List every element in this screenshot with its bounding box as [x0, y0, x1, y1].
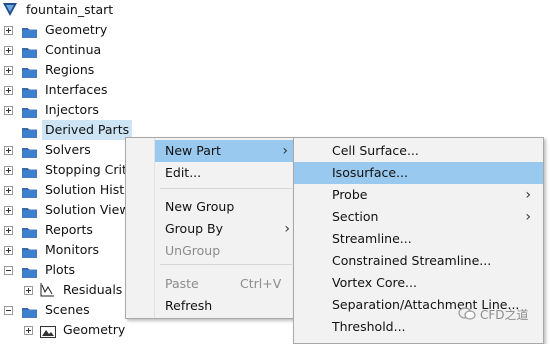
tree-node-label: Scenes [45, 302, 90, 317]
menu-item-label: Cell Surface... [332, 143, 419, 158]
folder-icon [22, 104, 37, 118]
expand-icon[interactable] [4, 46, 13, 55]
folder-icon [22, 84, 37, 98]
submenu-item[interactable]: Constrained Streamline... [294, 250, 543, 272]
menu-item-label: Threshold... [332, 319, 406, 334]
tree-node-label: Interfaces [45, 82, 108, 97]
menu-item-label: Streamline... [332, 231, 412, 246]
expand-icon[interactable] [4, 26, 13, 35]
tree-node-label: Geometry [63, 322, 126, 337]
watermark-text: CFD之道 [480, 308, 529, 322]
scene-image-icon [40, 324, 56, 338]
tree-node-label: Solution View [45, 202, 130, 217]
collapse-icon[interactable] [4, 266, 13, 275]
expand-icon[interactable] [4, 246, 13, 255]
menu-item-label: UnGroup [165, 243, 221, 258]
tree-node-label: Derived Parts [42, 120, 133, 140]
wechat-icon [458, 307, 476, 320]
folder-icon [22, 164, 37, 178]
menu-item-label: Group By [165, 221, 224, 236]
context-menu-item: UnGroup [126, 240, 296, 262]
context-menu-item[interactable]: Group By › [126, 218, 296, 240]
tree-node-label: Regions [45, 62, 95, 77]
menu-item-label: Vortex Core... [332, 275, 417, 290]
tree-node-label: Plots [45, 262, 76, 277]
menu-item-shortcut: Ctrl+V [240, 276, 282, 291]
star-ccm-logo-icon [3, 3, 17, 16]
submenu-arrow-icon: › [525, 209, 531, 225]
submenu-item[interactable]: Streamline... [294, 228, 543, 250]
menu-item-label: Isosurface... [332, 165, 408, 180]
tree-node-label: Solution Hist [45, 182, 125, 197]
folder-icon [22, 144, 37, 158]
tree-node-label: Solvers [45, 142, 91, 157]
folder-icon [22, 124, 37, 138]
expand-icon[interactable] [4, 106, 13, 115]
context-menu-item: Paste Ctrl+V [126, 273, 296, 295]
folder-icon [22, 184, 37, 198]
menu-separator [160, 188, 292, 189]
expand-icon[interactable] [24, 286, 33, 295]
tree-node-label: Geometry [45, 22, 108, 37]
menu-separator [160, 264, 292, 265]
tree-node-label: Reports [45, 222, 93, 237]
submenu-arrow-icon: › [282, 143, 288, 159]
folder-icon [22, 244, 37, 258]
menu-item-label: Constrained Streamline... [332, 253, 492, 268]
context-menu-item[interactable]: Edit... [126, 162, 296, 184]
expand-icon[interactable] [4, 146, 13, 155]
plot-icon [40, 282, 55, 297]
menu-item-label: Section [332, 209, 379, 224]
submenu-item[interactable]: Probe › [294, 184, 543, 206]
menu-item-label: Refresh [165, 298, 213, 313]
context-menu-item[interactable]: New Part › [155, 140, 294, 162]
submenu-arrow-icon: › [284, 221, 290, 237]
menu-item-label: New Group [165, 199, 235, 214]
expand-icon[interactable] [4, 166, 13, 175]
expand-icon[interactable] [4, 66, 13, 75]
tree-node-label: Stopping Crit [45, 162, 127, 177]
menu-item-label: Probe [332, 187, 368, 202]
expand-icon[interactable] [4, 226, 13, 235]
expand-icon[interactable] [4, 86, 13, 95]
submenu-item[interactable]: Section › [294, 206, 543, 228]
folder-icon [22, 24, 37, 38]
context-menu: New Part › Edit... New Group Group By › UnGrou… [125, 137, 297, 319]
folder-icon [22, 204, 37, 218]
context-menu-item[interactable]: New Group [126, 196, 296, 218]
tree-node-label: Monitors [45, 242, 100, 257]
tree-node-label: Residuals [63, 282, 123, 297]
expand-icon[interactable] [24, 326, 33, 335]
collapse-icon[interactable] [4, 306, 13, 315]
context-menu-item[interactable]: Refresh [126, 295, 296, 317]
folder-icon [22, 224, 37, 238]
root-label: fountain_start [26, 2, 114, 17]
expand-icon[interactable] [4, 206, 13, 215]
menu-item-label: Paste [165, 276, 199, 291]
menu-item-label: Edit... [165, 165, 202, 180]
submenu-item[interactable]: Isosurface... [294, 162, 543, 184]
folder-icon [22, 304, 37, 318]
submenu-arrow-icon: › [525, 187, 531, 203]
folder-icon [22, 64, 37, 78]
submenu-item[interactable]: Vortex Core... [294, 272, 543, 294]
menu-item-label: New Part [165, 143, 221, 158]
submenu-item[interactable]: Cell Surface... [294, 140, 543, 162]
tree-node-label: Continua [45, 42, 102, 57]
folder-icon [22, 44, 37, 58]
folder-icon [22, 264, 37, 278]
tree-node-label: Injectors [45, 102, 99, 117]
expand-icon[interactable] [4, 186, 13, 195]
